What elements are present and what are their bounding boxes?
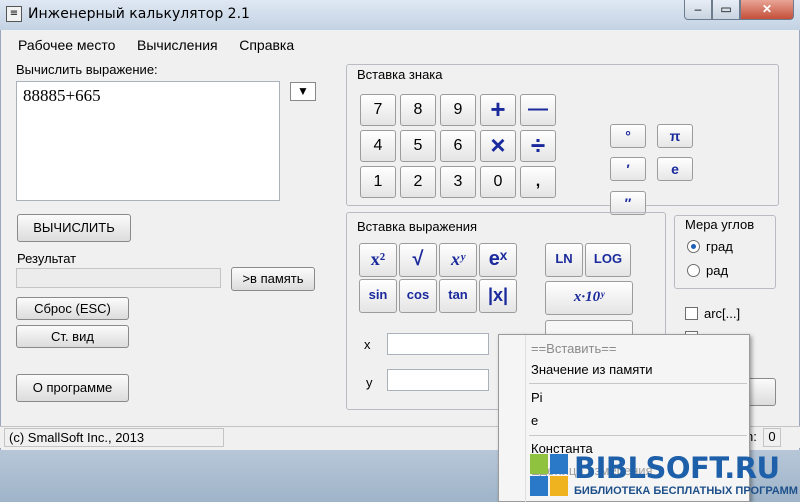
func-cos[interactable]: cos (399, 279, 437, 313)
insert-sign-title: Вставка знака (355, 67, 445, 82)
calculate-button[interactable]: ВЫЧИСЛИТЬ (17, 214, 131, 242)
standard-view-button[interactable]: Ст. вид (16, 325, 129, 348)
func-sin[interactable]: sin (359, 279, 397, 313)
reset-button[interactable]: Сброс (ESC) (16, 297, 129, 320)
key-pi[interactable]: π (657, 124, 693, 148)
y-label: y (366, 375, 373, 390)
context-menu-header: ==Вставить== (531, 341, 617, 356)
key-5[interactable]: 5 (400, 130, 436, 162)
key-plus[interactable]: + (480, 94, 516, 126)
func-power[interactable]: xʸ (439, 243, 477, 277)
arc-checkbox[interactable] (685, 307, 698, 320)
angle-units-group: Мера углов град рад (674, 215, 776, 289)
angle-units-title: Мера углов (683, 217, 757, 232)
key-1[interactable]: 1 (360, 166, 396, 198)
result-field[interactable] (16, 268, 221, 288)
maximize-button[interactable]: ▭ (712, 0, 740, 20)
menu-item-e[interactable]: e (531, 413, 538, 428)
radio-radians-label: рад (706, 263, 729, 278)
menu-separator (529, 383, 747, 384)
expression-input[interactable]: 88885+665 (16, 81, 280, 201)
watermark-brand: BIBLSOFT.RU (574, 451, 780, 485)
copyright-text: (c) SmallSoft Inc., 2013 (4, 428, 224, 447)
insert-sign-group: Вставка знака 7 8 9 + — 4 5 6 × ÷ 1 2 3 … (346, 64, 779, 215)
key-minute[interactable]: ′ (610, 157, 646, 181)
key-2[interactable]: 2 (400, 166, 436, 198)
minimize-button[interactable]: – (684, 0, 712, 20)
func-sci-notation[interactable]: x·10ʸ (545, 281, 633, 315)
menu-item-pi[interactable]: Pi (531, 390, 543, 405)
history-dropdown-button[interactable]: ▼ (290, 82, 316, 101)
insert-expression-title: Вставка выражения (355, 219, 480, 234)
biblsoft-logo-icon (530, 454, 568, 496)
key-8[interactable]: 8 (400, 94, 436, 126)
watermark-logo: BIBLSOFT.RU БИБЛИОТЕКА БЕСПЛАТНЫХ ПРОГРА… (530, 452, 800, 502)
radio-degrees[interactable] (687, 240, 700, 253)
menu-help[interactable]: Справка (230, 36, 303, 54)
menu-item-memory-value[interactable]: Значение из памяти (531, 362, 653, 377)
x-label: x (364, 337, 371, 352)
about-button[interactable]: О программе (16, 374, 129, 402)
to-memory-button[interactable]: >в память (231, 267, 315, 291)
watermark-tagline: БИБЛИОТЕКА БЕСПЛАТНЫХ ПРОГРАММ (574, 485, 798, 497)
menu-calculations[interactable]: Вычисления (128, 36, 227, 54)
menu-separator (529, 435, 747, 436)
key-4[interactable]: 4 (360, 130, 396, 162)
y-input[interactable] (387, 369, 489, 391)
app-icon: ≡ (6, 6, 22, 22)
key-6[interactable]: 6 (440, 130, 476, 162)
func-sqrt[interactable]: √ (399, 243, 437, 277)
close-button[interactable]: ✕ (740, 0, 794, 20)
key-degree[interactable]: ° (610, 124, 646, 148)
menu-gutter (525, 335, 526, 502)
arc-checkbox-label: arc[...] (704, 306, 741, 321)
func-tan[interactable]: tan (439, 279, 477, 313)
status-right-value: 0 (763, 428, 781, 447)
key-9[interactable]: 9 (440, 94, 476, 126)
key-comma[interactable]: , (520, 166, 556, 198)
func-ln[interactable]: LN (545, 243, 583, 277)
func-exp[interactable]: eˣ (479, 243, 517, 277)
key-minus[interactable]: — (520, 94, 556, 126)
radio-radians[interactable] (687, 264, 700, 277)
key-3[interactable]: 3 (440, 166, 476, 198)
func-log[interactable]: LOG (585, 243, 631, 277)
key-0[interactable]: 0 (480, 166, 516, 198)
key-multiply[interactable]: × (480, 130, 516, 162)
func-abs[interactable]: |x| (479, 279, 517, 313)
key-e[interactable]: e (657, 157, 693, 181)
key-divide[interactable]: ÷ (520, 130, 556, 162)
x-input[interactable] (387, 333, 489, 355)
radio-degrees-label: град (706, 239, 733, 254)
expression-label: Вычислить выражение: (16, 62, 158, 77)
window-title: Инженерный калькулятор 2.1 (28, 6, 250, 22)
key-7[interactable]: 7 (360, 94, 396, 126)
chevron-down-icon: ▼ (297, 84, 309, 98)
func-square[interactable]: x² (359, 243, 397, 277)
result-label: Результат (17, 251, 77, 266)
menu-workspace[interactable]: Рабочее место (9, 36, 124, 54)
menu-bar: Рабочее место Вычисления Справка (9, 36, 303, 56)
title-bar: ≡ Инженерный калькулятор 2.1 – ▭ ✕ (0, 0, 800, 30)
